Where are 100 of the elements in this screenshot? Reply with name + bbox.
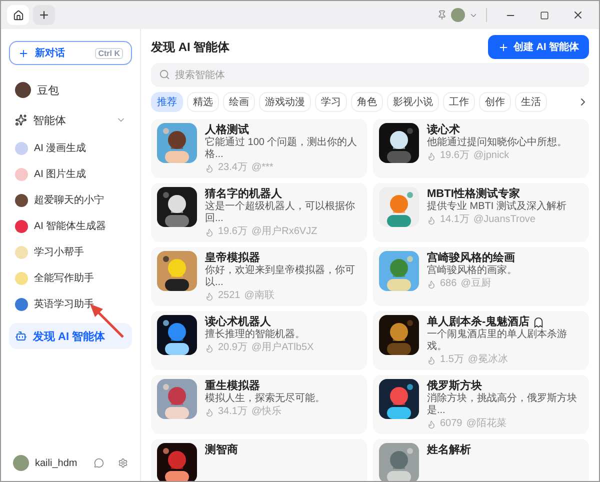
flame-icon — [205, 228, 214, 236]
create-agent-button[interactable]: 创建 AI 智能体 — [488, 35, 589, 59]
like-count: 19.6万 — [218, 226, 248, 238]
agent-title: 猜名字的机器人 — [205, 187, 282, 200]
search-field[interactable]: 搜索智能体 — [151, 63, 589, 87]
flame-icon — [205, 344, 214, 352]
agent-card[interactable]: 单人剧本杀-鬼魅酒店 一个闹鬼酒店里的单人剧本杀游戏。 1.5万 @冕冰冰 — [373, 311, 589, 370]
sidebar-item-label: AI 图片生成 — [34, 168, 86, 181]
category-tab[interactable]: 绘画 — [223, 92, 255, 112]
author-name: @jpnick — [473, 150, 510, 162]
like-count: 14.1万 — [440, 214, 470, 226]
agent-description: 擅长推理的智能机器。 — [205, 329, 306, 341]
avatar-icon — [15, 220, 28, 232]
flame-icon — [427, 216, 436, 224]
sidebar-item-label: 学习小帮手 — [34, 246, 84, 259]
avatar-icon — [15, 298, 28, 310]
category-tab[interactable]: 工作 — [443, 92, 475, 112]
author-name: @用户ATlb5X — [251, 342, 314, 354]
agent-description: 宫崎骏风格的画家。 — [427, 265, 518, 277]
category-tab[interactable]: 精选 — [187, 92, 219, 112]
home-tab[interactable] — [7, 5, 29, 25]
avatar-icon — [15, 82, 31, 98]
sidebar-item-label: 发现 AI 智能体 — [33, 330, 106, 344]
category-tab[interactable]: 影视小说 — [387, 92, 439, 112]
like-count: 6079 — [440, 418, 462, 430]
agent-card[interactable]: 读心术机器人 擅长推理的智能机器。 20.9万 @用户ATlb5X — [151, 311, 367, 370]
sidebar-item[interactable]: 豆包 — [9, 77, 132, 103]
sidebar-item[interactable]: 全能写作助手 — [9, 267, 132, 289]
agent-card[interactable]: 宫崎骏风格的绘画 宫崎骏风格的画家。 686 @豆厨 — [373, 247, 589, 306]
avatar-icon — [13, 455, 29, 471]
avatar-icon — [15, 168, 28, 180]
agent-title: 读心术 — [427, 123, 460, 136]
close-icon — [572, 9, 584, 21]
flame-icon — [427, 356, 436, 364]
plus-icon — [498, 42, 510, 52]
discover-item[interactable]: 发现 AI 智能体 — [9, 323, 132, 349]
agent-card[interactable]: 姓名解析 — [373, 439, 589, 481]
section-header[interactable]: 智能体 — [9, 107, 132, 133]
sidebar-item-label: AI 漫画生成 — [34, 142, 86, 155]
category-tab[interactable]: 游戏动漫 — [259, 92, 311, 112]
agent-description: 模拟人生，探索无尽可能。 — [205, 393, 326, 405]
agent-card[interactable]: 人格测试 它能通过 100 个问题，测出你的人格... 23.4万 @*** — [151, 119, 367, 178]
author-name: @南联 — [244, 290, 274, 302]
plus-icon — [18, 48, 29, 58]
agent-title: 重生模拟器 — [205, 379, 260, 392]
category-tab[interactable]: 创作 — [479, 92, 511, 112]
agent-title: 人格测试 — [205, 123, 249, 136]
category-tab[interactable]: 角色 — [351, 92, 383, 112]
agent-card[interactable]: 重生模拟器 模拟人生，探索无尽可能。 34.1万 @快乐 — [151, 375, 367, 434]
plus-icon — [38, 9, 50, 21]
sidebar-item-label: AI 智能体生成器 — [34, 220, 106, 233]
sidebar-item[interactable]: 学习小帮手 — [9, 241, 132, 263]
section-label: 智能体 — [33, 114, 66, 128]
flame-icon — [427, 152, 436, 160]
agent-title: MBTI性格测试专家 — [427, 187, 520, 200]
avatar-icon — [15, 272, 28, 284]
agent-title: 姓名解析 — [427, 443, 471, 457]
agent-description: 他能通过提问知晓你心中所想。 — [427, 137, 568, 149]
sidebar-item[interactable]: AI 智能体生成器 — [9, 215, 132, 237]
author-name: @豆厨 — [460, 278, 491, 290]
agent-description: 一个闹鬼酒店里的单人剧本杀游戏。 — [427, 329, 568, 353]
chat-icon[interactable] — [94, 458, 104, 468]
like-count: 34.1万 — [218, 406, 248, 418]
avatar-icon[interactable] — [451, 8, 465, 22]
home-icon — [12, 10, 24, 20]
agent-description: 它能通过 100 个问题，测出你的人格... — [205, 137, 358, 161]
category-tab[interactable]: 生活 — [515, 92, 547, 112]
new-chat-button[interactable]: 新对话 Ctrl K — [9, 41, 132, 65]
like-count: 1.5万 — [440, 354, 464, 366]
agent-card[interactable]: 读心术 他能通过提问知晓你心中所想。 19.6万 @jpnick — [373, 119, 589, 178]
agent-card[interactable]: 皇帝模拟器 你好，欢迎来到皇帝模拟器，你可以... 2521 @南联 — [151, 247, 367, 306]
shortcut-hint: Ctrl K — [95, 48, 123, 58]
sidebar-item[interactable]: AI 图片生成 — [9, 163, 132, 185]
sidebar-item-label: 豆包 — [37, 84, 59, 98]
agent-title: 俄罗斯方块 — [427, 379, 482, 392]
agent-description: 提供专业 MBTI 测试及深入解析 — [427, 201, 568, 213]
sidebar-item-label: 全能写作助手 — [34, 272, 94, 285]
maximize-icon — [540, 10, 548, 20]
author-name: @冕冰冰 — [468, 354, 508, 366]
sidebar-item[interactable]: AI 漫画生成 — [9, 137, 132, 159]
agent-card[interactable]: 俄罗斯方块 消除方块，挑战高分，俄罗斯方块是... 6079 @陌花菜 — [373, 375, 589, 434]
flame-icon — [427, 280, 436, 288]
new-tab-button[interactable] — [33, 5, 55, 25]
author-name: @用户Rx6VJZ — [251, 226, 318, 238]
pin-icon[interactable] — [437, 10, 447, 20]
sidebar-item[interactable]: 超爱聊天的小宁 — [9, 189, 132, 211]
flame-icon — [205, 292, 214, 300]
settings-icon[interactable] — [118, 458, 128, 468]
flame-icon — [427, 420, 436, 428]
category-tab[interactable]: 学习 — [315, 92, 347, 112]
sidebar-item[interactable]: 英语学习助手 — [9, 293, 132, 315]
flame-icon — [205, 164, 214, 172]
agent-card[interactable]: MBTI性格测试专家 提供专业 MBTI 测试及深入解析 14.1万 @JuansTrove — [373, 183, 589, 242]
agent-card[interactable]: 测智商 — [151, 439, 367, 481]
agent-title: 测智商 — [205, 443, 238, 457]
agent-card[interactable]: 猜名字的机器人 这是一个超级机器人，可以根据你回... 19.6万 @用户Rx6VJZ — [151, 183, 367, 242]
category-tab[interactable]: 推荐 — [151, 92, 183, 112]
sidebar-item-label: 英语学习助手 — [34, 298, 94, 311]
agent-description: 消除方块，挑战高分，俄罗斯方块是... — [427, 393, 578, 417]
agent-description: 这是一个超级机器人，可以根据你回... — [205, 201, 356, 225]
